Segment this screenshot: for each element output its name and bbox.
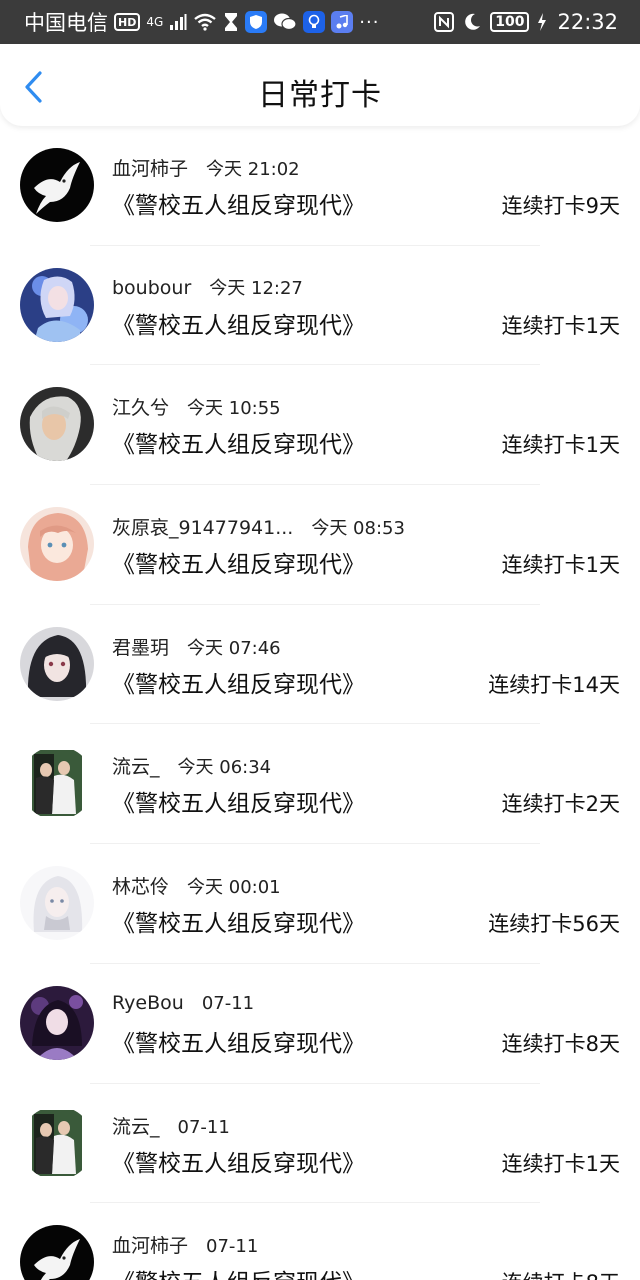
music-app-icon	[331, 11, 354, 33]
checkin-row[interactable]: 林芯伶 今天 00:01 《警校五人组反穿现代》 连续打卡56天	[0, 844, 640, 964]
book-title[interactable]: 《警校五人组反穿现代》	[112, 1144, 365, 1178]
header: 日常打卡	[0, 44, 640, 126]
avatar[interactable]	[20, 985, 94, 1060]
hd-badge: HD	[114, 13, 141, 31]
checkin-meta: RyeBou 07-11	[112, 992, 254, 1014]
checkin-row[interactable]: 血河柿子 07-11 《警校五人组反穿现代》 连续打卡8天	[0, 1203, 640, 1280]
avatar[interactable]	[20, 267, 94, 342]
checkin-time: 今天 06:34	[177, 757, 272, 779]
checkin-meta: 流云_ 07-11	[112, 1112, 230, 1139]
checkin-time: 07-11	[177, 1116, 230, 1138]
streak-label: 连续打卡1天	[501, 313, 620, 338]
status-left: 中国电信 HD 4G ···	[24, 7, 379, 37]
streak-label: 连续打卡8天	[501, 1031, 620, 1056]
avatar[interactable]	[20, 387, 94, 462]
status-right: 100 22:32	[434, 10, 618, 34]
checkin-list: 血河柿子 今天 21:02 《警校五人组反穿现代》 连续打卡9天 boubour…	[0, 126, 640, 1280]
avatar[interactable]	[20, 1105, 94, 1180]
nfc-icon	[434, 12, 455, 32]
user-name[interactable]: 血河柿子	[112, 154, 188, 181]
book-title[interactable]: 《警校五人组反穿现代》	[112, 545, 365, 579]
user-name[interactable]: 流云_	[112, 752, 160, 779]
checkin-row[interactable]: RyeBou 07-11 《警校五人组反穿现代》 连续打卡8天	[0, 964, 640, 1084]
checkin-row[interactable]: 流云_ 今天 06:34 《警校五人组反穿现代》 连续打卡2天	[0, 724, 640, 845]
checkin-row[interactable]: 血河柿子 今天 21:02 《警校五人组反穿现代》 连续打卡9天	[0, 126, 640, 246]
checkin-row[interactable]: 灰原哀_91477941... 今天 08:53 《警校五人组反穿现代》 连续打…	[0, 485, 640, 605]
streak-label: 连续打卡8天	[502, 1267, 620, 1280]
book-title[interactable]: 《警校五人组反穿现代》	[112, 425, 365, 459]
hourglass-icon	[225, 13, 238, 31]
avatar[interactable]	[20, 1225, 94, 1280]
streak-label: 连续打卡56天	[488, 912, 620, 937]
user-name[interactable]: 血河柿子	[112, 1231, 188, 1258]
network-label: 4G	[146, 15, 164, 29]
bulb-app-icon	[303, 11, 326, 33]
avatar[interactable]	[20, 507, 94, 582]
user-name[interactable]: RyeBou	[112, 992, 184, 1014]
checkin-time: 07-11	[201, 992, 255, 1014]
checkin-meta: 灰原哀_91477941... 今天 08:53	[112, 513, 405, 540]
user-name[interactable]: 君墨玥	[112, 633, 169, 660]
wechat-icon	[274, 13, 297, 31]
user-name[interactable]: 流云_	[112, 1112, 160, 1139]
carrier-label: 中国电信	[24, 11, 108, 35]
book-title[interactable]: 《警校五人组反穿现代》	[112, 784, 365, 818]
streak-label: 连续打卡1天	[501, 553, 620, 578]
checkin-time: 今天 00:01	[187, 877, 281, 899]
signal-icon	[170, 14, 187, 30]
wifi-icon	[194, 13, 217, 31]
charging-icon	[538, 13, 547, 31]
more-icon: ···	[359, 11, 380, 33]
moon-icon	[465, 13, 481, 30]
book-title[interactable]: 《警校五人组反穿现代》	[112, 306, 365, 340]
streak-label: 连续打卡14天	[488, 672, 620, 697]
avatar[interactable]	[20, 866, 94, 941]
checkin-row[interactable]: 流云_ 07-11 《警校五人组反穿现代》 连续打卡1天	[0, 1084, 640, 1204]
page-title: 日常打卡	[258, 78, 382, 113]
checkin-time: 07-11	[206, 1236, 259, 1258]
checkin-row[interactable]: 君墨玥 今天 07:46 《警校五人组反穿现代》 连续打卡14天	[0, 605, 640, 725]
avatar[interactable]	[20, 626, 94, 701]
shield-app-icon	[245, 11, 268, 33]
checkin-meta: 林芯伶 今天 00:01	[112, 872, 281, 899]
checkin-meta: 流云_ 今天 06:34	[112, 752, 271, 779]
checkin-meta: 血河柿子 07-11	[112, 1231, 258, 1258]
book-title[interactable]: 《警校五人组反穿现代》	[112, 186, 365, 220]
status-bar: 中国电信 HD 4G ··· 100 22:32	[0, 0, 640, 44]
user-name[interactable]: 林芯伶	[112, 872, 169, 899]
book-title[interactable]: 《警校五人组反穿现代》	[112, 1024, 365, 1058]
checkin-meta: 血河柿子 今天 21:02	[112, 154, 300, 181]
streak-label: 连续打卡1天	[501, 1151, 620, 1176]
checkin-row[interactable]: 江久兮 今天 10:55 《警校五人组反穿现代》 连续打卡1天	[0, 365, 640, 486]
checkin-time: 今天 08:53	[311, 518, 405, 540]
user-name[interactable]: boubour	[112, 277, 191, 299]
user-name[interactable]: 灰原哀_91477941...	[112, 513, 293, 540]
streak-label: 连续打卡2天	[501, 792, 620, 817]
checkin-meta: boubour 今天 12:27	[112, 274, 303, 300]
battery-icon: 100	[490, 12, 530, 32]
checkin-time: 今天 21:02	[206, 159, 300, 180]
checkin-meta: 江久兮 今天 10:55	[112, 393, 281, 420]
book-title[interactable]: 《警校五人组反穿现代》	[112, 665, 365, 699]
avatar[interactable]	[20, 746, 94, 821]
checkin-time: 今天 12:27	[209, 277, 303, 299]
book-title[interactable]: 《警校五人组反穿现代》	[112, 1263, 365, 1280]
checkin-meta: 君墨玥 今天 07:46	[112, 633, 281, 660]
clock: 22:32	[557, 10, 618, 34]
streak-label: 连续打卡1天	[501, 433, 620, 458]
checkin-time: 今天 07:46	[187, 637, 281, 659]
streak-label: 连续打卡9天	[501, 194, 620, 218]
book-title[interactable]: 《警校五人组反穿现代》	[112, 904, 365, 938]
user-name[interactable]: 江久兮	[112, 393, 169, 420]
checkin-row[interactable]: boubour 今天 12:27 《警校五人组反穿现代》 连续打卡1天	[0, 246, 640, 366]
checkin-time: 今天 10:55	[187, 398, 281, 420]
avatar[interactable]	[20, 148, 94, 222]
